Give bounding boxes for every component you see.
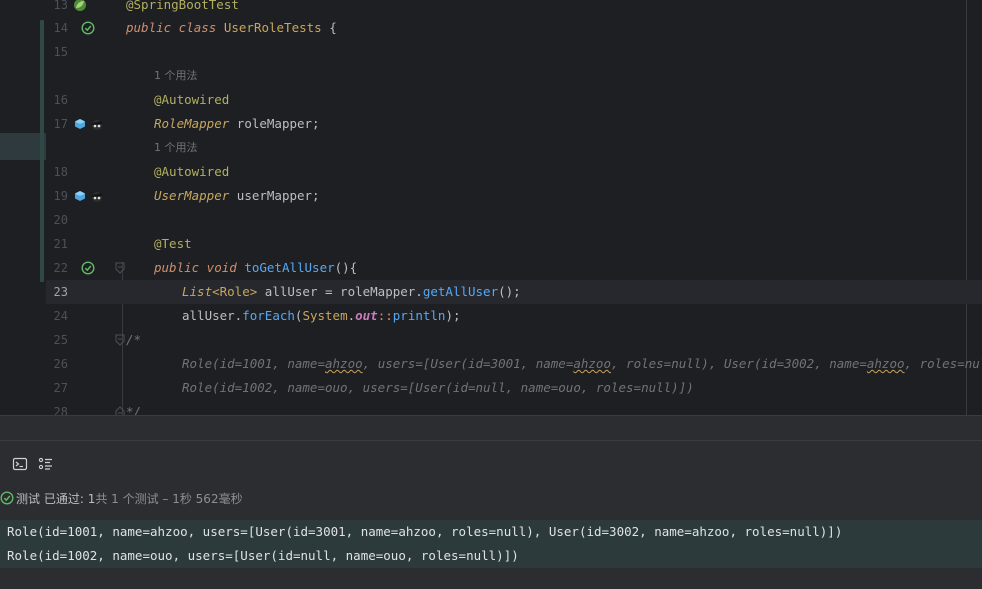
line-number: 24 (53, 309, 68, 323)
class-ref: System (302, 308, 348, 323)
test-status[interactable]: 测试 已通过: 1共 1 个测试 – 1秒 562毫秒 (0, 490, 243, 508)
line-number: 22 (53, 261, 68, 275)
code-line-25[interactable]: 25 /* (46, 328, 982, 352)
code-line-14[interactable]: 14 public class UserRoleTests { (46, 16, 982, 40)
dot: . (347, 308, 356, 323)
line-number: 14 (53, 21, 68, 35)
code-editor[interactable]: 13 @SpringBootTest 14 public class UserR… (0, 0, 982, 415)
variable: allUser. (182, 308, 243, 323)
terminal-icon[interactable] (12, 456, 28, 472)
comment-close: */ (126, 404, 142, 415)
line-number: 25 (53, 333, 68, 347)
type-name: List (182, 284, 213, 299)
code-line-13[interactable]: 13 @SpringBootTest (46, 0, 982, 17)
line-number: 16 (53, 93, 68, 107)
line-number: 26 (53, 357, 68, 371)
console-line: Role(id=1001, name=ahzoo, users=[User(id… (7, 524, 843, 539)
method-name: toGetAllUser (244, 260, 335, 275)
status-summary: 共 1 个测试 – 1秒 562毫秒 (95, 492, 243, 506)
code-line-22[interactable]: 22 public void toGetAllUser(){ (46, 256, 982, 280)
code-line-26[interactable]: 26 Role(id=1001, name=ahzoo, users=[User… (46, 352, 982, 376)
annotation-test: @Test (154, 236, 192, 251)
line-number: 20 (53, 213, 68, 227)
run-tool-window: 测试 已通过: 1共 1 个测试 – 1秒 562毫秒 Role(id=1001… (0, 416, 982, 589)
type-name: UserMapper (154, 188, 230, 203)
code-line-17[interactable]: 17 RoleMapper roleMapper; (46, 112, 982, 136)
usage-hint[interactable]: 1 个用法 (154, 64, 198, 88)
code-line-15[interactable]: 15 (46, 40, 982, 64)
usage-hint[interactable]: 1 个用法 (154, 136, 198, 160)
fold-icon[interactable] (115, 334, 125, 346)
usage-hint-line: 1 个用法 (46, 136, 982, 160)
code-line-27[interactable]: 27 Role(id=1002, name=ouo, users=[User(i… (46, 376, 982, 400)
mybatis-icon[interactable] (90, 189, 104, 203)
spring-bean-icon[interactable] (73, 0, 87, 12)
call-end: ); (445, 308, 461, 323)
annotation-autowired: @Autowired (154, 92, 230, 107)
line-number: 19 (53, 189, 68, 203)
line-number: 27 (53, 381, 68, 395)
line-number: 21 (53, 237, 68, 251)
code-line-20[interactable]: 20 (46, 208, 982, 232)
field-name: userMapper; (229, 188, 320, 203)
fold-icon[interactable] (115, 406, 125, 415)
code-line-23[interactable]: 23 List<Role> allUser = roleMapper.getAl… (46, 280, 982, 304)
keyword: public class (126, 20, 224, 35)
typo-word: ahzoo (325, 356, 363, 371)
comment-text: , roles=null), User(id=3002, name= (611, 356, 867, 371)
annotation-springboottest: @SpringBootTest (126, 0, 239, 12)
structure-icon[interactable] (38, 456, 54, 472)
comment-text: Role(id=1002, name=ouo, users=[User(id=n… (182, 380, 694, 395)
code-line-21[interactable]: 21 @Test (46, 232, 982, 256)
console-output[interactable]: Role(id=1001, name=ahzoo, users=[User(id… (0, 520, 982, 568)
run-test-icon[interactable] (81, 21, 95, 35)
run-test-icon[interactable] (81, 261, 95, 275)
code-line-28[interactable]: 28 */ (46, 400, 982, 415)
type-name: RoleMapper (154, 116, 230, 131)
class-name: UserRoleTests (223, 20, 322, 35)
line-number: 17 (53, 117, 68, 131)
line-number: 23 (53, 285, 68, 299)
method-call: forEach (242, 308, 295, 323)
comment-text: , users=[User(id=3001, name= (362, 356, 574, 371)
code-line-19[interactable]: 19 UserMapper userMapper; (46, 184, 982, 208)
method-ref: println (392, 308, 446, 323)
method-call: getAllUser (422, 284, 499, 299)
generic-type: <Role> (212, 284, 258, 299)
console-line: Role(id=1002, name=ouo, users=[User(id=n… (7, 548, 519, 563)
keyword: public void (154, 260, 245, 275)
call-end: (); (498, 284, 521, 299)
brace: { (321, 20, 337, 35)
variable-expr: allUser = roleMapper. (257, 284, 423, 299)
bean-injection-icon[interactable] (74, 190, 86, 202)
annotation-autowired: @Autowired (154, 164, 230, 179)
usage-hint-line: 1 个用法 (46, 64, 982, 88)
status-label: 测试 已通过: (16, 492, 88, 506)
change-marker (40, 20, 44, 282)
line-number: 18 (53, 165, 68, 179)
method-ref-op: :: (377, 308, 393, 323)
tab-strip-divider (0, 440, 982, 441)
comment-text: Role(id=1001, name= (182, 356, 325, 371)
typo-word: ahzoo (866, 356, 905, 371)
line-number: 15 (53, 45, 68, 59)
static-field: out (355, 308, 378, 323)
code-line-16[interactable]: 16 @Autowired (46, 88, 982, 112)
fold-icon[interactable] (115, 262, 125, 274)
bean-injection-icon[interactable] (74, 118, 86, 130)
check-icon (0, 491, 14, 505)
code-line-18[interactable]: 18 @Autowired (46, 160, 982, 184)
typo-word: ahzoo (573, 356, 611, 371)
field-name: roleMapper; (229, 116, 320, 131)
code-line-24[interactable]: 24 allUser.forEach(System.out::println); (46, 304, 982, 328)
comment-open: /* (126, 332, 142, 347)
comment-text: , roles=null)]) (904, 356, 982, 371)
line-number: 28 (53, 405, 68, 415)
mybatis-icon[interactable] (90, 117, 104, 131)
line-number: 13 (53, 0, 68, 12)
params: (){ (334, 260, 358, 275)
